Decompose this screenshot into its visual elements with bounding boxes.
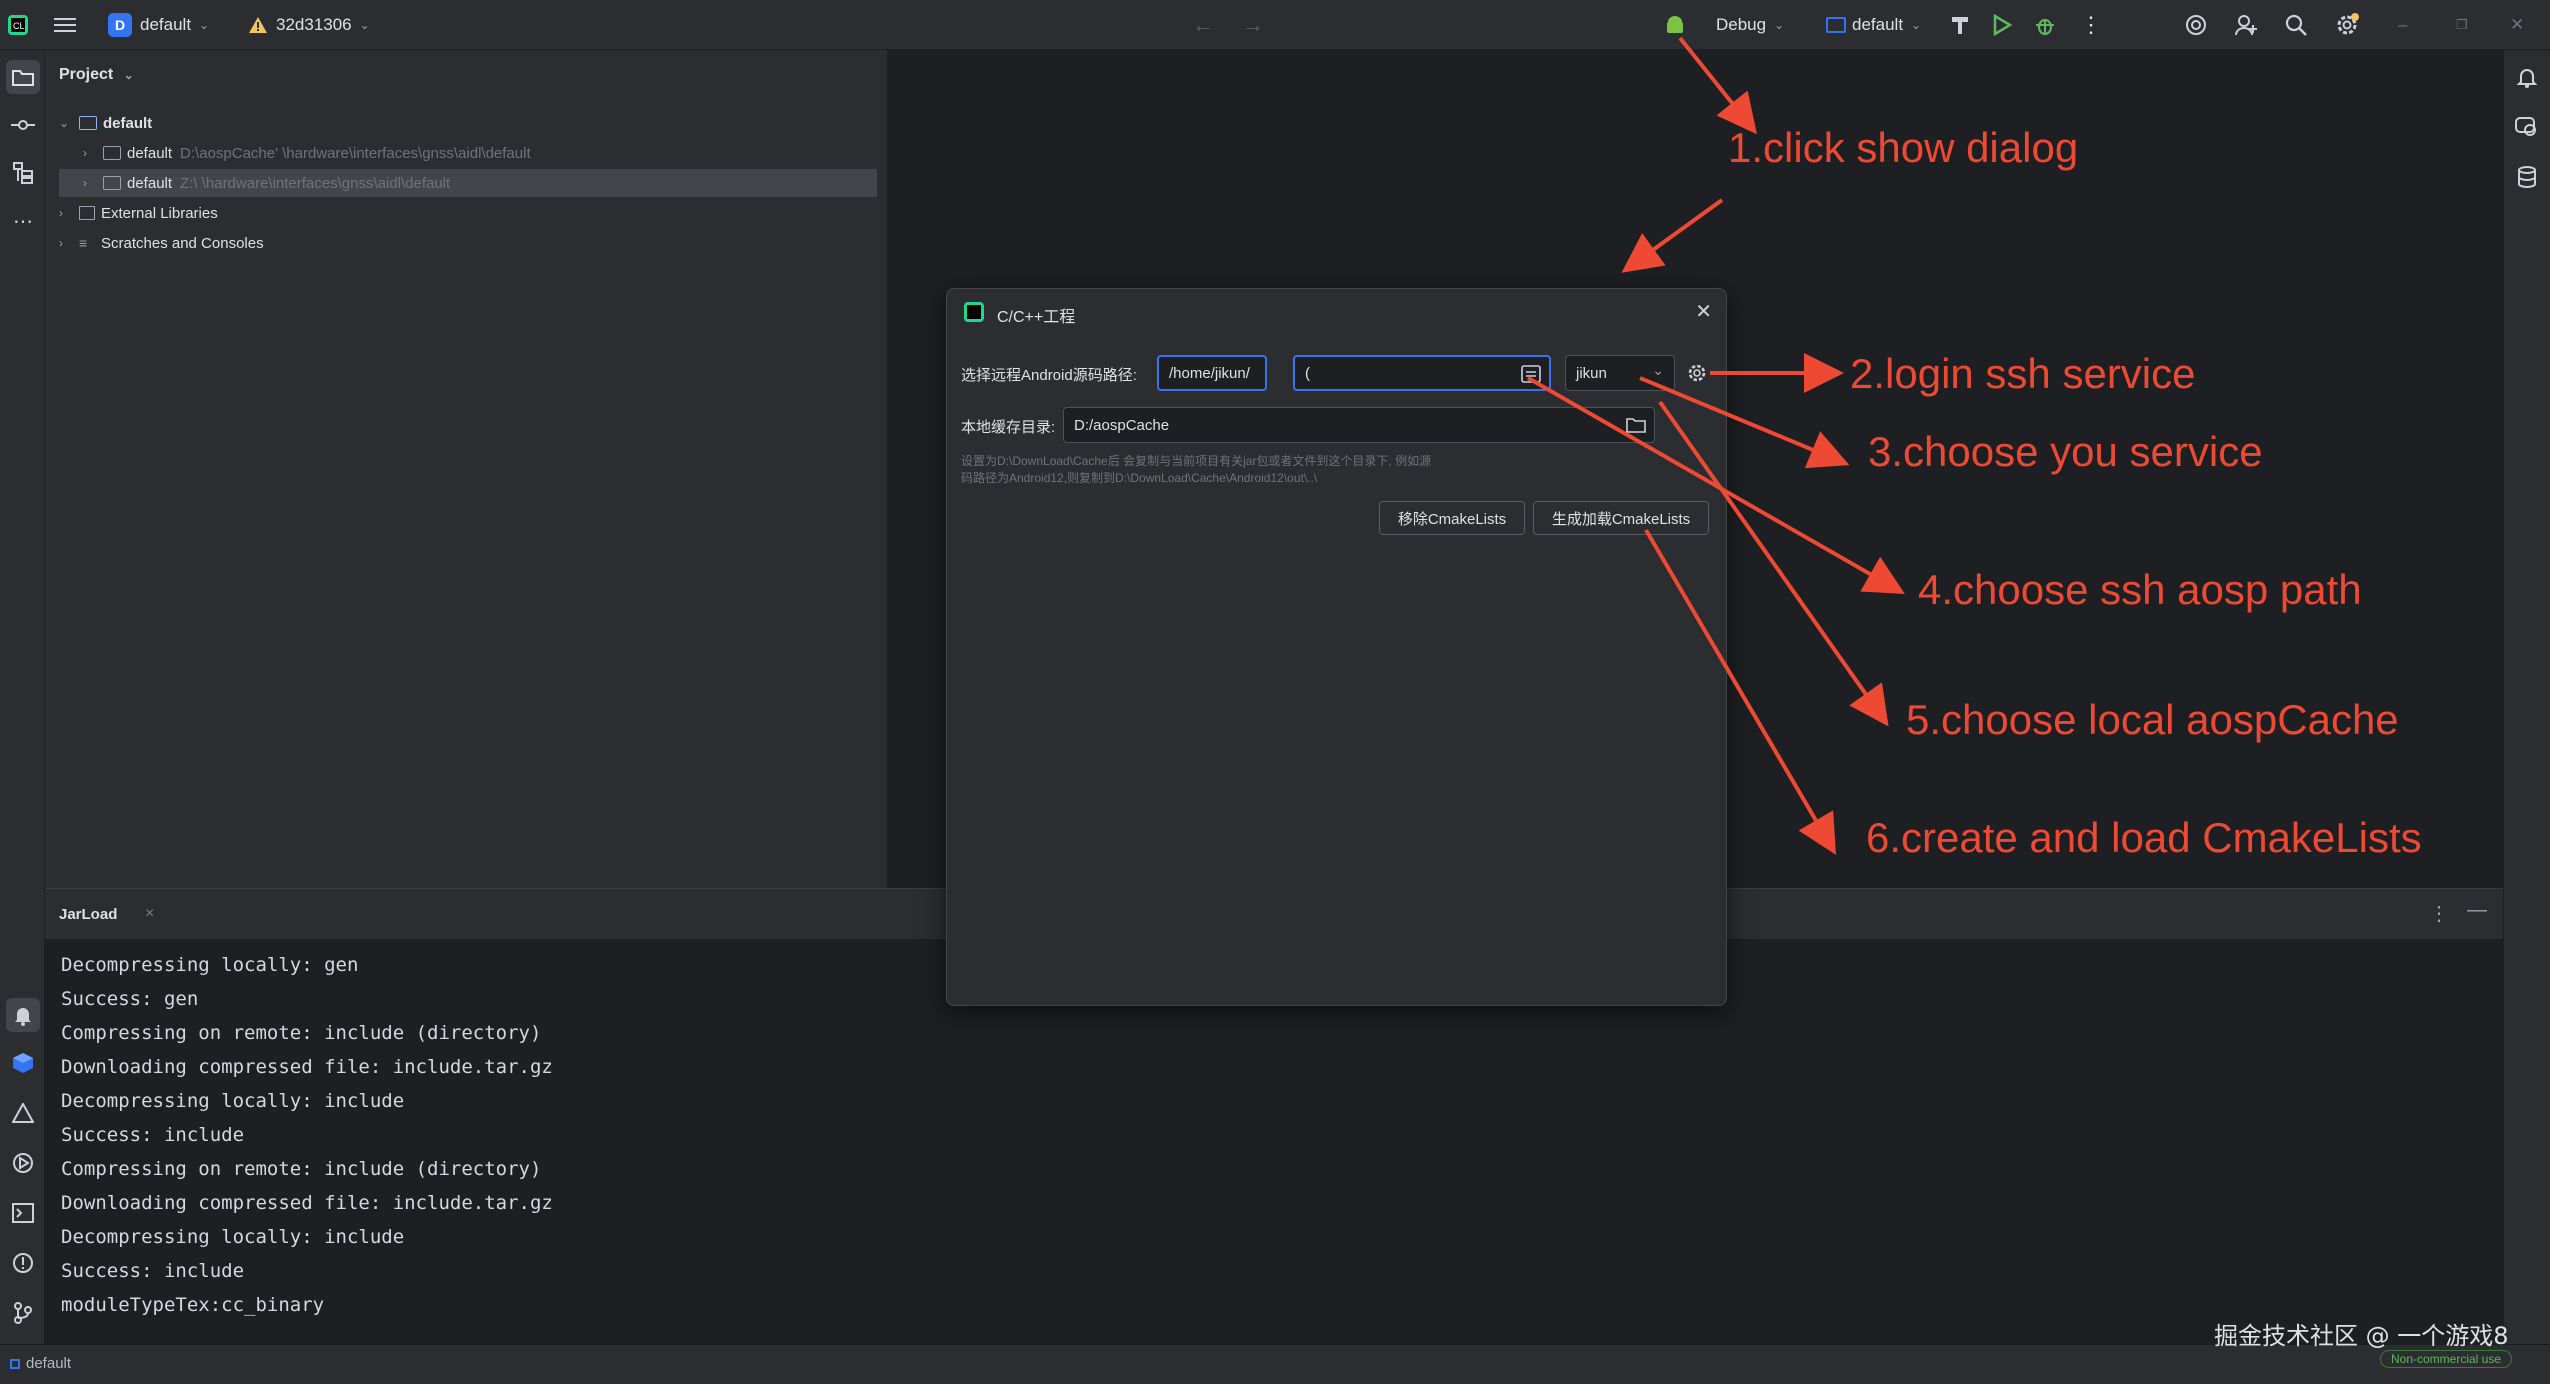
annotation-5: 5.choose local aospCache xyxy=(1906,696,2399,743)
annotation-2: 2.login ssh service xyxy=(1850,350,2196,397)
annotation-4: 4.choose ssh aosp path xyxy=(1918,566,2362,613)
annotation-3: 3.choose you service xyxy=(1868,428,2263,475)
arrow-6 xyxy=(1644,528,1837,855)
annotation-arrows xyxy=(1527,36,1905,855)
arrow-1a xyxy=(1678,36,1757,135)
arrow-1b xyxy=(1621,198,1724,273)
annotation-6: 6.create and load CmakeLists xyxy=(1866,814,2422,861)
annotation-1: 1.click show dialog xyxy=(1728,124,2079,171)
